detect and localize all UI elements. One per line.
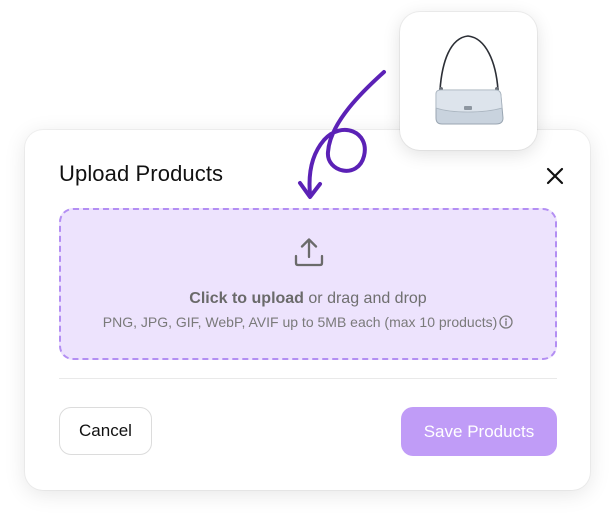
stage: Upload Products Click to upload or drag … — [0, 0, 615, 527]
modal-title: Upload Products — [59, 161, 224, 186]
dropzone-file-hint: PNG, JPG, GIF, WebP, AVIF up to 5MB each… — [61, 314, 555, 330]
close-button[interactable] — [543, 164, 567, 188]
info-icon[interactable] — [499, 315, 513, 329]
divider — [59, 378, 557, 379]
cancel-button[interactable]: Cancel — [59, 407, 152, 455]
dropzone-instruction: Click to upload or drag and drop — [61, 290, 555, 308]
handbag-icon — [435, 35, 504, 125]
upload-icon — [294, 238, 324, 267]
upload-products-modal: Upload Products Click to upload or drag … — [25, 130, 590, 490]
file-hint-text: PNG, JPG, GIF, WebP, AVIF up to 5MB each… — [102, 314, 498, 330]
save-products-button[interactable]: Save Products — [401, 407, 557, 456]
product-preview-card — [400, 12, 537, 150]
upload-dropzone[interactable]: Click to upload or drag and drop PNG, JP… — [59, 208, 557, 360]
click-to-upload-link[interactable]: Click to upload — [189, 290, 304, 307]
close-icon — [546, 167, 564, 185]
drag-and-drop-text: or drag and drop — [303, 290, 427, 307]
